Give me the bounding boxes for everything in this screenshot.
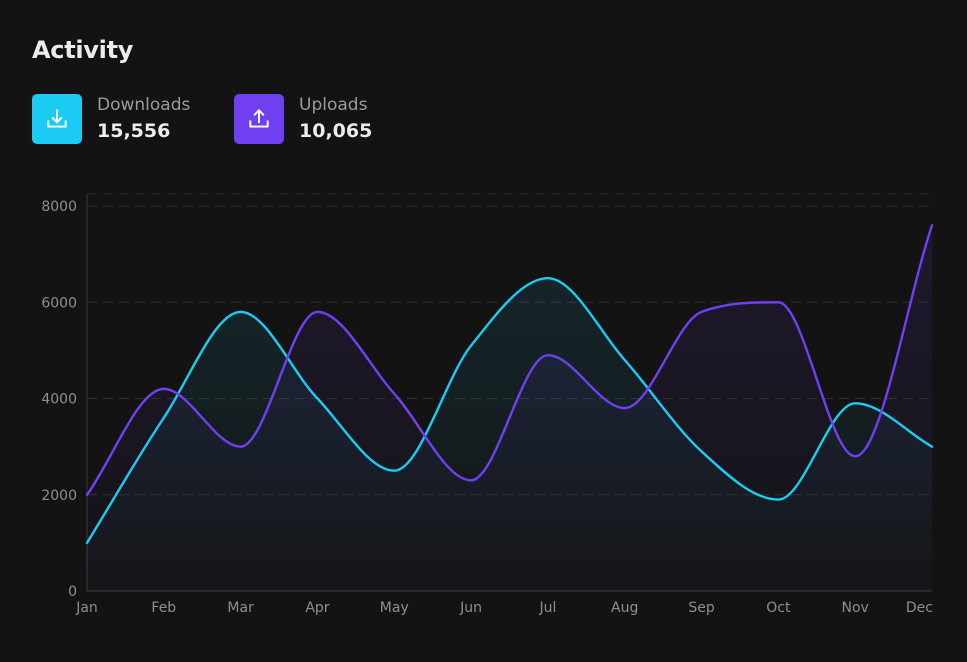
- y-tick-label: 2000: [41, 488, 77, 504]
- x-tick-label: Jun: [459, 600, 482, 616]
- x-tick-label: Sep: [688, 600, 715, 616]
- x-tick-label: Nov: [842, 600, 869, 616]
- y-tick-label: 4000: [41, 392, 77, 408]
- x-tick-label: Feb: [151, 600, 176, 616]
- x-tick-label: May: [380, 600, 409, 616]
- x-tick-label: Dec: [906, 600, 933, 616]
- y-axis-ticks: 0 2000 4000 6000 8000: [41, 199, 77, 600]
- x-tick-label: Jul: [538, 600, 556, 616]
- activity-chart: 0 2000 4000 6000 8000 Jan Feb Mar Apr May Jun Jul A…: [41, 193, 934, 616]
- series-areas: [87, 225, 932, 591]
- y-tick-label: 0: [68, 584, 77, 600]
- x-tick-label: Apr: [305, 600, 329, 616]
- x-axis-ticks: Jan Feb Mar Apr May Jun Jul Aug Sep Oct Nov Dec: [75, 600, 933, 616]
- activity-card: Activity Downloads 15,556 Uploads 10,065: [0, 0, 967, 662]
- x-tick-label: Aug: [611, 600, 638, 616]
- x-tick-label: Oct: [766, 600, 791, 616]
- y-tick-label: 8000: [41, 199, 77, 215]
- x-tick-label: Jan: [75, 600, 98, 616]
- y-tick-label: 6000: [41, 295, 77, 311]
- x-tick-label: Mar: [227, 600, 254, 616]
